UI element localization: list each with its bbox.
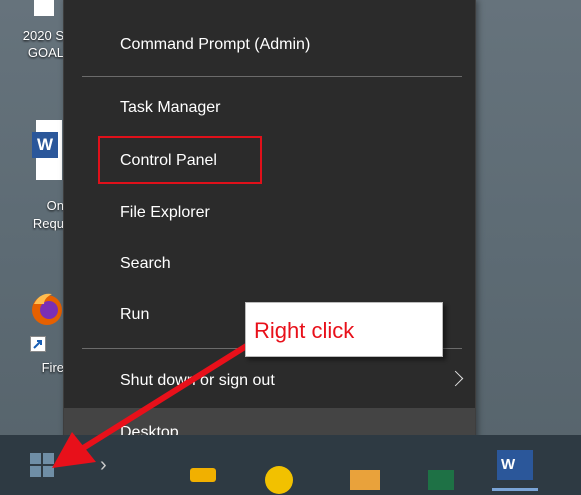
arrow-shaft <box>78 327 274 453</box>
right-click-callout: Right click <box>245 302 443 357</box>
arrow-head <box>52 432 96 468</box>
red-arrow-annotation <box>52 327 274 468</box>
